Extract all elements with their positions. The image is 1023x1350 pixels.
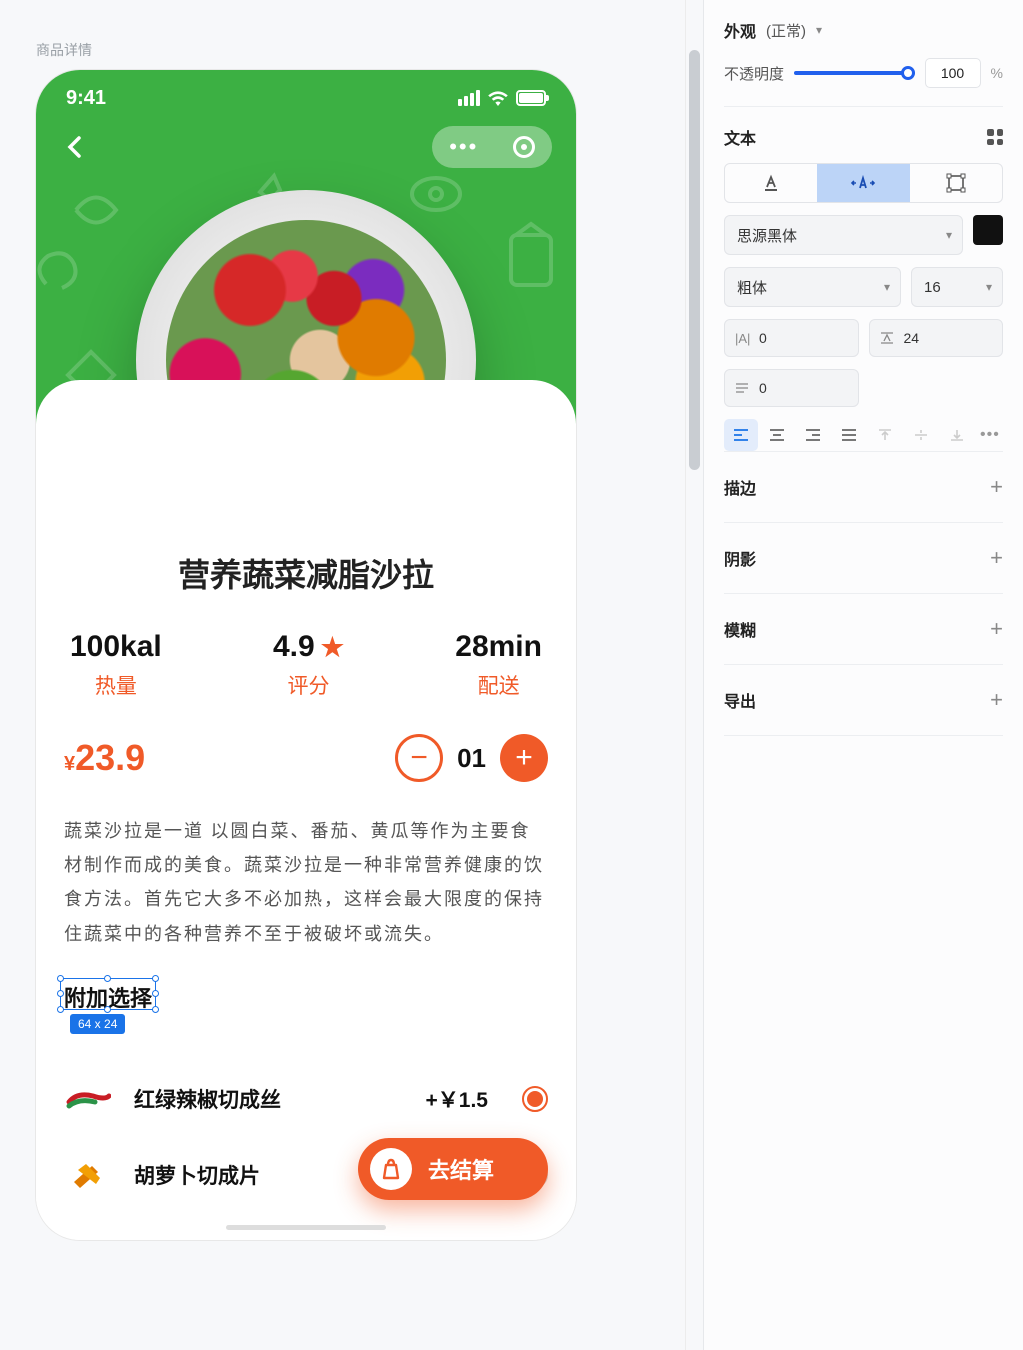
fixed-size-icon — [946, 173, 966, 193]
addon-section-title[interactable]: 附加选择 — [64, 981, 152, 1013]
more-icon[interactable]: ••• — [449, 134, 478, 160]
stat-rating: 4.9★ 评分 — [273, 630, 344, 700]
chevron-down-icon[interactable]: ▾ — [816, 23, 822, 37]
add-blur-button[interactable]: + — [990, 616, 1003, 642]
qty-plus-button[interactable]: + — [500, 734, 548, 782]
text-color-swatch[interactable] — [973, 215, 1003, 245]
add-stroke-button[interactable]: + — [990, 474, 1003, 500]
valign-top-button[interactable] — [868, 419, 902, 451]
text-fixed-mode[interactable] — [910, 164, 1002, 202]
chili-icon — [64, 1079, 112, 1119]
font-family-select[interactable]: 思源黑体▾ — [724, 215, 963, 255]
chevron-left-icon — [67, 136, 81, 158]
appearance-header[interactable]: 外观 (正常) ▾ — [724, 18, 1003, 42]
scrollbar-thumb[interactable] — [689, 50, 700, 470]
inspector-panel: 外观 (正常) ▾ 不透明度 100 % 文本 思源 — [703, 0, 1023, 1350]
style-grid-icon[interactable] — [987, 129, 1003, 145]
add-shadow-button[interactable]: + — [990, 545, 1003, 571]
align-right-button[interactable] — [796, 419, 830, 451]
paragraph-spacing-input[interactable]: 0 — [724, 369, 859, 407]
checkout-label: 去结算 — [428, 1153, 494, 1185]
battery-icon — [516, 90, 546, 106]
line-height-input[interactable]: 24 — [869, 319, 1004, 357]
quantity-stepper: − 01 + — [395, 734, 548, 782]
carrot-icon — [64, 1155, 112, 1195]
auto-width-icon — [850, 174, 876, 192]
opacity-input[interactable]: 100 — [925, 58, 981, 88]
home-indicator — [226, 1225, 386, 1230]
addon-radio[interactable] — [522, 1086, 548, 1112]
product-sheet: 营养蔬菜减脂沙拉 100kal 热量 4.9★ 评分 28min 配送 ¥23.… — [36, 380, 576, 1240]
addon-name: 红绿辣椒切成丝 — [134, 1084, 404, 1114]
stat-calories: 100kal 热量 — [70, 630, 162, 700]
text-align-row: ••• — [724, 419, 1003, 451]
qty-minus-button[interactable]: − — [395, 734, 443, 782]
close-target-icon[interactable] — [513, 136, 535, 158]
add-export-button[interactable]: + — [990, 687, 1003, 713]
valign-middle-button[interactable] — [904, 419, 938, 451]
star-icon: ★ — [321, 632, 344, 663]
letter-spacing-icon: |A| — [735, 331, 751, 346]
blur-section[interactable]: 模糊 + — [724, 593, 1003, 664]
price: ¥23.9 — [64, 737, 145, 779]
addon-price: +￥1.5 — [426, 1084, 488, 1114]
text-color-mode[interactable] — [725, 164, 817, 202]
frame-label: 商品详情 — [36, 40, 649, 60]
chevron-down-icon: ▾ — [946, 228, 952, 242]
status-bar: 9:41 — [36, 84, 576, 112]
signal-icon — [458, 90, 480, 106]
opacity-slider[interactable] — [794, 71, 915, 75]
paragraph-spacing-icon — [735, 381, 751, 395]
text-more-button[interactable]: ••• — [980, 426, 1000, 444]
wifi-icon — [487, 90, 509, 106]
addon-item[interactable]: 红绿辣椒切成丝 +￥1.5 — [64, 1061, 548, 1137]
stats-row: 100kal 热量 4.9★ 评分 28min 配送 — [64, 630, 548, 700]
qty-value: 01 — [457, 743, 486, 774]
bag-icon — [370, 1148, 412, 1190]
shadow-section[interactable]: 阴影 + — [724, 522, 1003, 593]
line-height-icon — [880, 331, 896, 345]
stroke-section[interactable]: 描边 + — [724, 451, 1003, 522]
back-button[interactable] — [60, 133, 88, 161]
align-justify-button[interactable] — [832, 419, 866, 451]
letter-spacing-input[interactable]: |A| 0 — [724, 319, 859, 357]
stat-delivery: 28min 配送 — [455, 630, 542, 700]
checkout-button[interactable]: 去结算 — [358, 1138, 548, 1200]
text-color-icon — [761, 173, 781, 193]
product-description: 蔬菜沙拉是一道 以圆白菜、番茄、黄瓜等作为主要食材制作而成的美食。蔬菜沙拉是一种… — [64, 814, 548, 951]
align-left-button[interactable] — [724, 419, 758, 451]
text-mode-segmented[interactable] — [724, 163, 1003, 203]
export-section[interactable]: 导出 + — [724, 664, 1003, 736]
chevron-down-icon: ▾ — [986, 280, 992, 294]
valign-bottom-button[interactable] — [940, 419, 974, 451]
text-autowidth-mode[interactable] — [817, 164, 909, 202]
font-size-select[interactable]: 16▾ — [911, 267, 1003, 307]
selection-size-badge: 64 x 24 — [70, 1014, 125, 1034]
opacity-label: 不透明度 — [724, 63, 784, 84]
product-title: 营养蔬菜减脂沙拉 — [64, 550, 548, 596]
status-time: 9:41 — [66, 87, 106, 110]
font-weight-select[interactable]: 粗体▾ — [724, 267, 901, 307]
miniapp-capsule[interactable]: ••• — [432, 126, 552, 168]
chevron-down-icon: ▾ — [884, 280, 890, 294]
canvas-scrollbar[interactable] — [685, 0, 703, 1350]
phone-frame[interactable]: 9:41 ••• 营养蔬菜减脂沙拉 — [36, 70, 576, 1240]
design-canvas[interactable]: 商品详情 9:41 — [0, 0, 685, 1350]
align-center-button[interactable] — [760, 419, 794, 451]
text-section-title: 文本 — [724, 125, 756, 149]
